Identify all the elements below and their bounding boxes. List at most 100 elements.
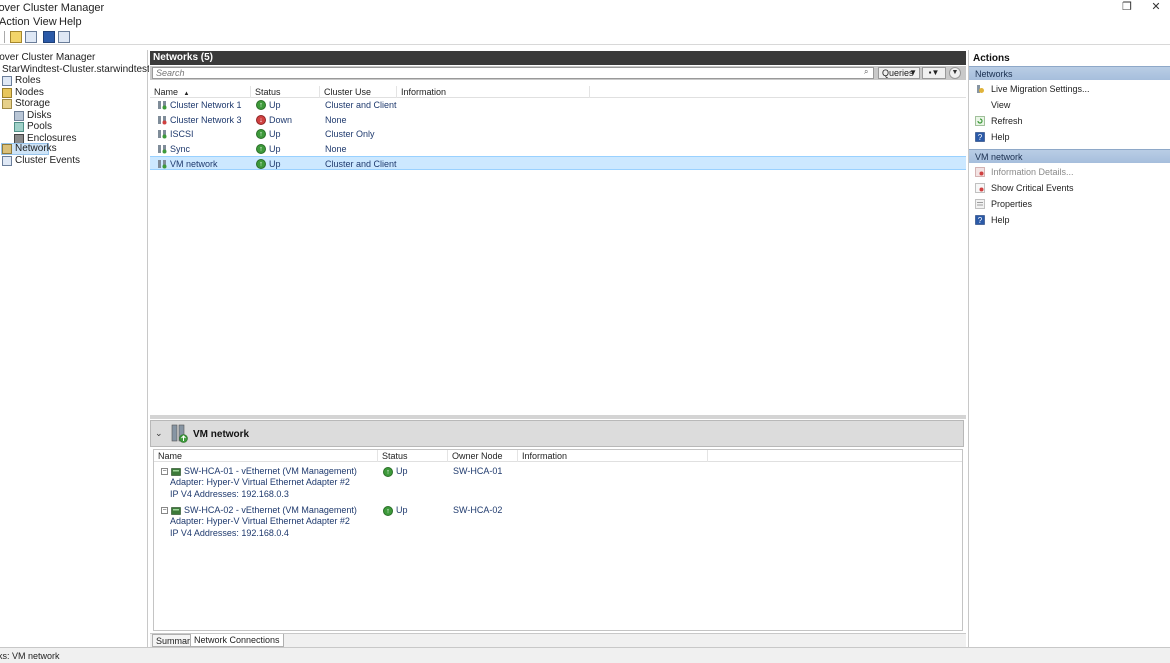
network-icon [158, 145, 167, 154]
status-up-icon: ↑ [256, 129, 266, 139]
action-live-migration-settings[interactable]: Live Migration Settings... [969, 82, 1170, 96]
pane-title: Networks (5) [150, 51, 966, 65]
action-properties[interactable]: Properties [969, 197, 1170, 211]
status-bar: ks: VM network [0, 647, 1170, 663]
collapse-toggle-button[interactable]: ▼ [949, 67, 961, 79]
tree-item-label: Roles [15, 75, 41, 86]
column-header-status[interactable]: Status [251, 86, 320, 98]
table-row-selected[interactable]: VM network ↑ Up Cluster and Client [150, 156, 966, 170]
tree-item-label: Pools [27, 121, 53, 132]
column-header-name[interactable]: Name ▲ [150, 86, 251, 98]
detail-tabs: Summary Network Connections [150, 633, 966, 647]
toolbar [0, 29, 1170, 45]
collapse-toggle-icon[interactable]: − [161, 468, 168, 475]
critical-events-icon [975, 183, 985, 193]
help-icon: ? [975, 215, 985, 225]
column-header-owner-node[interactable]: Owner Node [448, 450, 518, 462]
tree-item-label: Networks [15, 143, 57, 154]
menu-view[interactable]: View [33, 16, 57, 28]
column-header-cluster-use[interactable]: Cluster Use [320, 86, 397, 98]
table-row[interactable]: Cluster Network 1 ↑ Up Cluster and Clien… [150, 98, 966, 112]
navigation-tree: lover Cluster Manager StarWindtest-Clust… [0, 50, 173, 647]
sort-ascending-icon: ▲ [183, 91, 190, 97]
help-icon: ? [975, 132, 985, 142]
chevron-down-icon: ▼ [909, 68, 917, 77]
column-header-information[interactable]: Information [518, 450, 708, 462]
svg-text:?: ? [978, 216, 983, 225]
tree-item-label: Cluster Events [15, 155, 81, 166]
menu-action[interactable]: Action [0, 16, 30, 28]
networks-icon [2, 144, 12, 154]
action-group-vm-network[interactable]: VM network [969, 149, 1170, 163]
actions-title: Actions [973, 53, 1010, 64]
status-up-icon: ↑ [256, 144, 266, 154]
tree-item-pools[interactable]: Pools [14, 121, 52, 133]
column-header-status[interactable]: Status [378, 450, 448, 462]
queries-button[interactable]: Queries ▼ [878, 67, 920, 79]
storage-icon [2, 99, 12, 109]
actions-pane: Actions Networks Live Migration Settings… [968, 50, 1170, 647]
svg-text:?: ? [978, 133, 983, 142]
close-button[interactable]: ✕ [1146, 0, 1166, 14]
save-query-button[interactable]: ▪▼ [922, 67, 946, 79]
tree-item-label: Storage [15, 98, 51, 109]
toolbar-separator [4, 31, 5, 43]
table-row[interactable]: ISCSI ↑ Up Cluster Only [150, 127, 966, 141]
nodes-icon [2, 88, 12, 98]
networks-pane: Networks (5) ⌕ Queries ▼ ▪▼ ▼ Name ▲ Sta… [149, 50, 967, 647]
action-help-vm-network[interactable]: ? Help [969, 213, 1170, 227]
properties-icon [975, 199, 985, 209]
tree-item-cluster-events[interactable]: Cluster Events [2, 155, 80, 167]
network-adapter-icon [171, 506, 181, 515]
show-hide-action-pane-icon[interactable] [58, 31, 70, 43]
status-down-icon: ↓ [256, 115, 266, 125]
networks-table-header: Name ▲ Status Cluster Use Information [150, 86, 966, 98]
action-refresh[interactable]: Refresh [969, 114, 1170, 128]
window-title: lover Cluster Manager [0, 2, 105, 14]
action-group-networks[interactable]: Networks [969, 66, 1170, 80]
tree-item-storage[interactable]: Storage [2, 98, 50, 110]
up-folder-icon[interactable] [10, 31, 22, 43]
search-bar: ⌕ Queries ▼ ▪▼ ▼ [150, 66, 966, 80]
detail-title: VM network [193, 429, 250, 440]
table-row[interactable]: Sync ↑ Up None [150, 142, 966, 156]
network-icon [158, 101, 167, 110]
connections-table-header: Name Status Owner Node Information [154, 450, 962, 462]
pane-splitter[interactable] [150, 415, 966, 419]
network-adapter-icon [171, 467, 181, 476]
tree-item-label: lover Cluster Manager [0, 52, 96, 63]
column-header-information[interactable]: Information [397, 86, 590, 98]
blank-icon [975, 100, 985, 110]
disks-icon [14, 111, 24, 121]
action-help[interactable]: ? Help [969, 130, 1170, 144]
action-information-details: Information Details... [969, 165, 1170, 179]
status-up-icon: ↑ [256, 159, 266, 169]
search-icon[interactable]: ⌕ [864, 68, 872, 76]
pools-icon [14, 122, 24, 132]
column-header-name[interactable]: Name [154, 450, 378, 462]
search-input[interactable] [152, 67, 874, 79]
collapse-toggle-icon[interactable]: − [161, 507, 168, 514]
network-icon [158, 160, 167, 169]
show-hide-tree-icon[interactable] [25, 31, 37, 43]
tree-item-roles[interactable]: Roles [2, 75, 41, 87]
tab-network-connections[interactable]: Network Connections [190, 634, 284, 647]
collapse-chevron-icon[interactable]: ⌄ [155, 428, 163, 439]
menu-help[interactable]: Help [59, 16, 82, 28]
vm-network-icon [171, 424, 188, 443]
status-up-icon: ↑ [383, 505, 393, 516]
status-up-icon: ↑ [256, 100, 266, 110]
table-row[interactable]: Cluster Network 3 ↓ Down None [150, 113, 966, 127]
roles-icon [2, 76, 12, 86]
detail-header: ⌄ VM network [150, 420, 964, 447]
tree-item-networks[interactable]: Networks [1, 143, 57, 155]
help-icon[interactable] [43, 31, 55, 43]
action-view[interactable]: View [969, 98, 1170, 112]
restore-button[interactable]: ❐ [1117, 0, 1137, 14]
network-icon [158, 130, 167, 139]
save-icon: ▪▼ [928, 68, 940, 77]
action-show-critical-events[interactable]: Show Critical Events [969, 181, 1170, 195]
chevron-down-icon: ▼ [951, 69, 959, 76]
information-details-icon [975, 167, 985, 177]
tree-item-root[interactable]: lover Cluster Manager [0, 52, 95, 64]
